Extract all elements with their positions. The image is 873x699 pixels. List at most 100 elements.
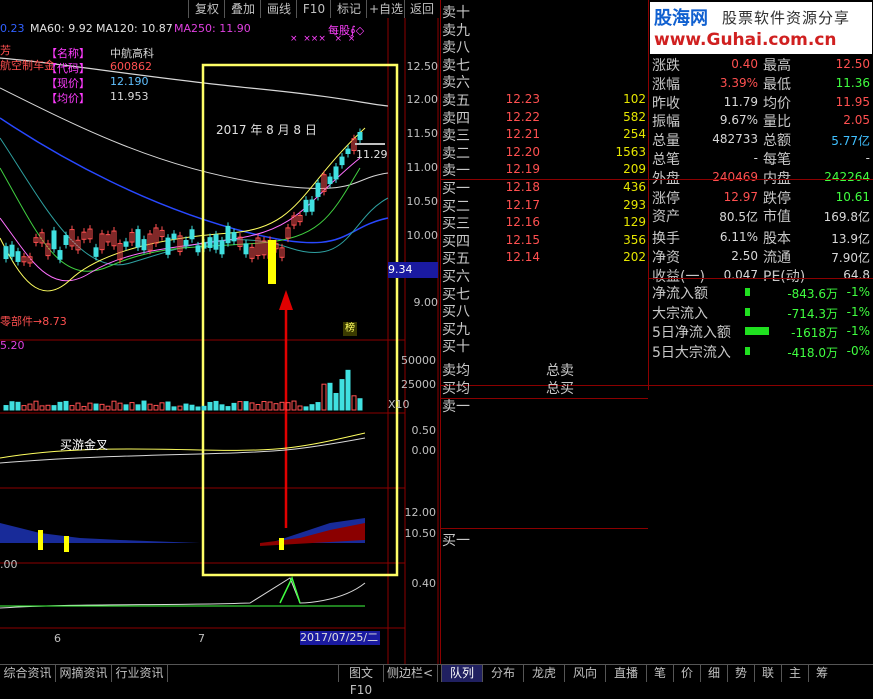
tab-price[interactable]: 价: [673, 665, 700, 682]
quote-value: 12.97: [723, 189, 758, 204]
volume-bar: [81, 405, 87, 411]
volume-bar: [63, 400, 69, 411]
axis-11-50: 11.50: [406, 127, 439, 140]
ob-bids-price[interactable]: 12.17: [500, 198, 540, 212]
add-watchlist-button[interactable]: +自选: [366, 0, 405, 18]
quote-label: 跌停: [763, 190, 791, 207]
kline-chart[interactable]: [0, 18, 440, 664]
volume-bar: [351, 395, 357, 411]
sidebar-toggle[interactable]: 侧边栏<: [383, 665, 438, 682]
quote-label: 每笔: [763, 152, 791, 168]
tab-industry-news[interactable]: 行业资讯: [112, 665, 168, 682]
divider-buy: [440, 528, 648, 529]
tab-dragon-tiger[interactable]: 龙虎: [523, 665, 564, 682]
x10-label: X10: [388, 398, 410, 411]
code-label: 【代码】: [46, 62, 90, 75]
quote-label: 资产: [652, 209, 680, 226]
volume-bar: [183, 403, 189, 411]
axis-9-00: 9.00: [413, 296, 439, 309]
tab-web-digest[interactable]: 网摘资讯: [56, 665, 112, 682]
indicator-label: 买游金叉: [60, 438, 109, 452]
f10-button[interactable]: F10: [296, 0, 331, 18]
month-7: 7: [198, 632, 205, 645]
tab-trend[interactable]: 势: [727, 665, 754, 682]
quote-value: 2.50: [731, 249, 758, 263]
flow-pct: -1%: [846, 285, 870, 299]
panel-divider-h: [440, 385, 873, 386]
ob-bids-volume: 202: [623, 250, 646, 265]
volume-bar: [39, 405, 45, 411]
quote-value: 0.40: [731, 57, 758, 71]
tab-detail[interactable]: 细: [700, 665, 727, 682]
flow-amount: -843.6万: [787, 287, 838, 301]
volume-bar: [147, 403, 153, 411]
axis-10-50: 10.50: [406, 195, 439, 208]
quote-value: 3.39%: [719, 75, 758, 90]
ob-bids-price[interactable]: 12.14: [500, 250, 540, 264]
volume-bar: [327, 382, 333, 411]
logo-brand: 股海网: [654, 8, 708, 29]
chart-toolbar: 复权 叠加 画线 F10 标记 +自选 返回: [0, 0, 440, 19]
volume-bar: [165, 401, 171, 411]
tab-wind-direction[interactable]: 风向: [564, 665, 605, 682]
flow-pct: -1%: [846, 304, 870, 319]
overlay-button[interactable]: 叠加: [224, 0, 261, 18]
low-marker: 零部件→8.73: [0, 315, 67, 328]
ob-bids-price[interactable]: 12.16: [500, 215, 540, 229]
volume-bar: [105, 405, 111, 411]
ob-asks-volume: 209: [623, 162, 646, 177]
tab-queue[interactable]: 队列: [441, 665, 482, 682]
volume-bar: [33, 400, 39, 411]
ob-bids-price[interactable]: 12.15: [500, 233, 540, 247]
tab-linked[interactable]: 联: [754, 665, 781, 682]
volume-bar: [9, 401, 15, 411]
quote-label: 涨停: [652, 190, 680, 207]
tab-chips[interactable]: 筹: [808, 665, 835, 682]
ob-bids-price[interactable]: 12.18: [500, 180, 540, 194]
volume-bar: [141, 400, 147, 411]
volume-bar: [129, 402, 135, 411]
volume-bar: [99, 403, 105, 411]
ob-asks-price[interactable]: 12.22: [500, 110, 540, 124]
ob-asks-price[interactable]: 12.20: [500, 145, 540, 159]
quote-label: 昨收: [652, 95, 680, 112]
quote-label: 振幅: [652, 114, 680, 131]
name-label: 【名称】: [46, 47, 90, 60]
ob-asks-price[interactable]: 12.21: [500, 127, 540, 141]
volume-bar: [189, 404, 195, 411]
back-button[interactable]: 返回: [404, 0, 439, 18]
quote-value: 13.9亿: [831, 232, 870, 247]
tab-f10-graphic[interactable]: 图文F10: [338, 665, 384, 697]
quote-value: 5.77亿: [831, 134, 870, 149]
volume-bar: [177, 405, 183, 411]
ob-bids-volume: 129: [623, 215, 646, 230]
axis-10-00: 10.00: [406, 229, 439, 242]
logo-box: 股海网 股票软件资源分享 www.Guhai.com.cn: [650, 2, 872, 54]
quote-value: 0.047: [723, 267, 758, 282]
ob-asks-price[interactable]: 12.19: [500, 162, 540, 176]
ind1-axis-050: 0.50: [411, 424, 437, 437]
tab-tick[interactable]: 笔: [646, 665, 673, 682]
vol-axis-25000: 25000: [401, 378, 436, 391]
ob-asks-volume: 102: [623, 92, 646, 106]
price-flag: 11.29: [356, 148, 388, 161]
volume-bar: [135, 404, 141, 411]
mark-button[interactable]: 标记: [330, 0, 367, 18]
ob-asks-price[interactable]: 12.23: [500, 92, 540, 106]
volume-bar: [267, 401, 273, 411]
quote-separator: [648, 179, 873, 180]
logo-url: www.Guhai.com.cn: [654, 30, 837, 50]
tab-distribution[interactable]: 分布: [482, 665, 523, 682]
tab-live[interactable]: 直播: [605, 665, 646, 682]
volume-bar: [333, 392, 339, 411]
vol-value: 5.20: [0, 339, 25, 352]
quote-value: 2.05: [843, 113, 870, 128]
quote-label: PE(动): [763, 268, 806, 285]
draw-line-button[interactable]: 画线: [260, 0, 297, 18]
quote-label: 总量: [652, 133, 680, 150]
quote-label: 均价: [763, 95, 791, 112]
tab-comprehensive-news[interactable]: 综合资讯: [0, 665, 56, 682]
restore-rights-button[interactable]: 复权: [188, 0, 225, 18]
quote-value: 9.67%: [719, 113, 758, 128]
tab-main[interactable]: 主: [781, 665, 808, 682]
